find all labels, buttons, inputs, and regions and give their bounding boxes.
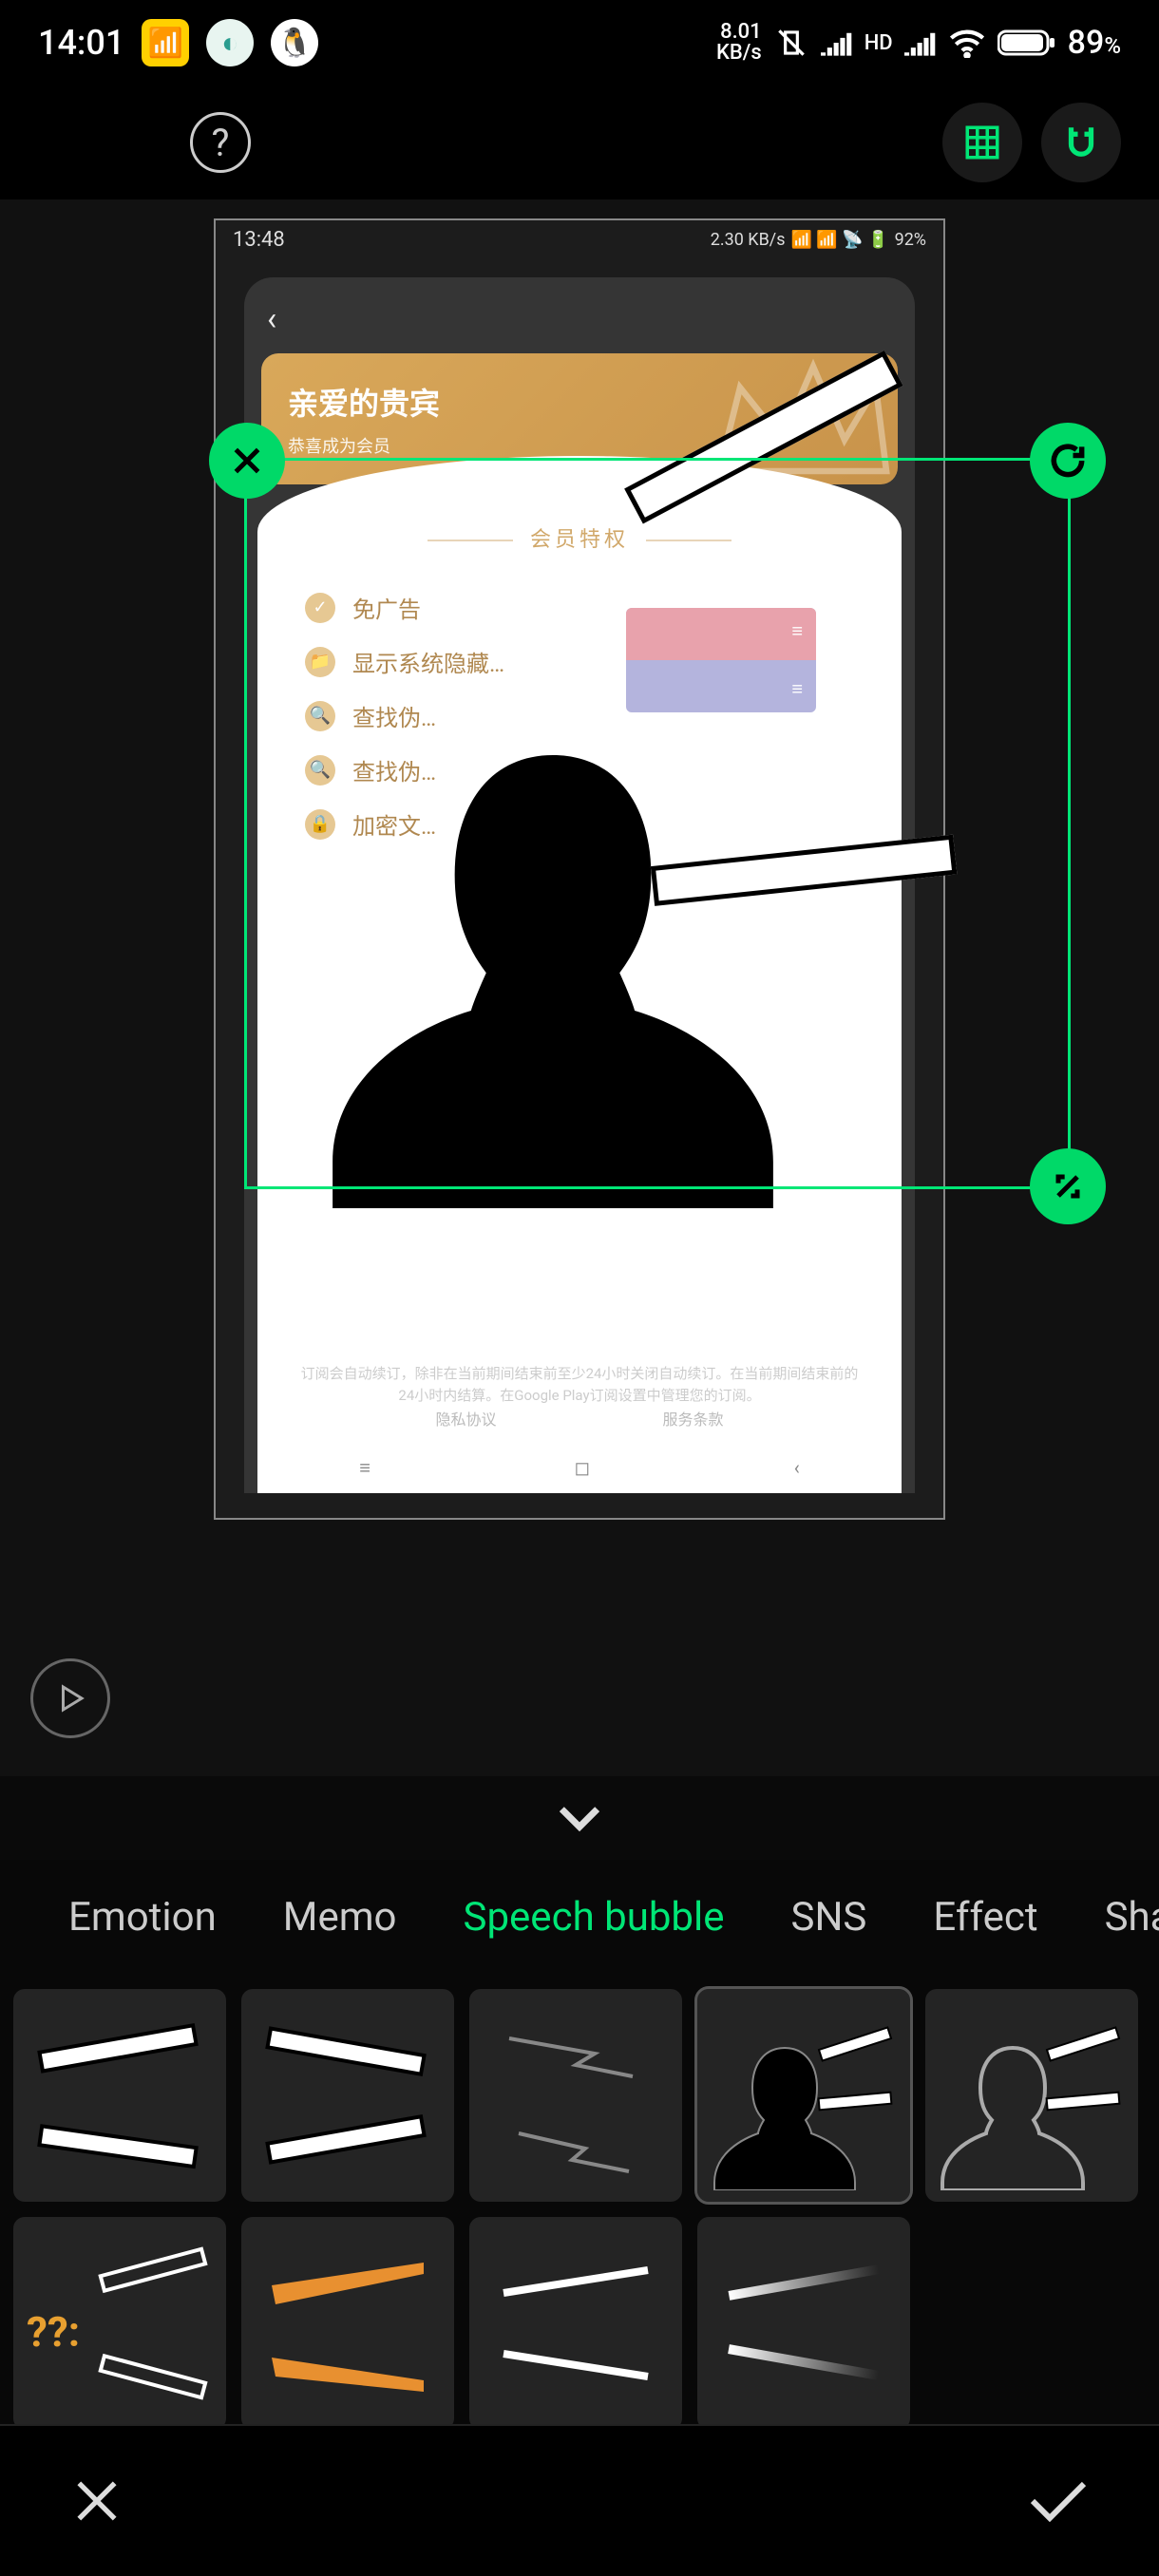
- signal-icon-1: [821, 28, 853, 57]
- sticker-thumb-lines-fade[interactable]: [697, 2217, 910, 2430]
- selection-scale-handle[interactable]: [1030, 1148, 1106, 1224]
- tab-effect[interactable]: Effect: [933, 1894, 1037, 1941]
- sticker-grid: ??:: [0, 1974, 1159, 2445]
- tab-sns[interactable]: SNS: [791, 1894, 867, 1941]
- sticker-thumb-lines-orange[interactable]: [241, 2217, 454, 2430]
- wifi-icon: [948, 28, 986, 58]
- sticker-thumb-silhouette-outline[interactable]: [925, 1989, 1138, 2202]
- tab-memo[interactable]: Memo: [283, 1894, 397, 1941]
- tab-speech-bubble[interactable]: Speech bubble: [464, 1894, 725, 1941]
- sticker-thumb-lines-thin[interactable]: [469, 2217, 682, 2430]
- sticker-thumb-silhouette-filled[interactable]: [697, 1989, 910, 2202]
- sticker-thumb-zigzag[interactable]: [469, 1989, 682, 2202]
- sticker-category-tabs: 有 Emotion Memo Speech bubble SNS Effect …: [0, 1860, 1159, 1974]
- tab-partial-left[interactable]: 有: [0, 1888, 2, 1946]
- vibrate-icon: [773, 25, 809, 61]
- play-preview-button[interactable]: [30, 1658, 110, 1738]
- sticker-thumb-lines-2[interactable]: [241, 1989, 454, 2202]
- tab-emotion[interactable]: Emotion: [68, 1894, 217, 1941]
- grid-toggle-button[interactable]: [942, 103, 1022, 182]
- help-button[interactable]: ?: [190, 112, 251, 173]
- sticker-thumb-lines-1[interactable]: [13, 1989, 226, 2202]
- battery-percent: 89%: [1068, 24, 1121, 62]
- status-bar: 14:01 📶 ◐ 🐧 8.01 KB/s HD: [0, 0, 1159, 85]
- tab-shape[interactable]: Shape: [1105, 1894, 1159, 1941]
- status-time: 14:01: [38, 23, 124, 63]
- notif-app-icon-1: 📶: [142, 19, 189, 66]
- battery-icon: [998, 28, 1056, 58]
- cancel-button[interactable]: [66, 2471, 127, 2531]
- confirm-button[interactable]: [1024, 2474, 1092, 2528]
- snap-magnet-button[interactable]: [1041, 103, 1121, 182]
- bottom-action-bar: [0, 2424, 1159, 2576]
- signal-icon-2: [904, 28, 937, 57]
- sticker-thumb-question-lines[interactable]: ??:: [13, 2217, 226, 2430]
- canvas-frame: 13:48 2.30 KB/s 📶 📶 📡 🔋 92% ‹ 亲爱的贵宾 恭喜成为…: [214, 218, 945, 1520]
- notif-app-icon-3: 🐧: [271, 19, 318, 66]
- sticker-badge-text: ??:: [27, 2307, 80, 2357]
- inner-back-icon: ‹: [257, 300, 902, 338]
- sticker-selection-box[interactable]: [244, 458, 1071, 1189]
- editor-canvas[interactable]: 13:48 2.30 KB/s 📶 📶 📡 🔋 92% ‹ 亲爱的贵宾 恭喜成为…: [0, 199, 1159, 1776]
- editor-top-toolbar: ?: [0, 85, 1159, 199]
- network-hd: HD: [864, 31, 893, 55]
- panel-collapse-button[interactable]: [0, 1776, 1159, 1860]
- notif-app-icon-2: ◐: [206, 19, 254, 66]
- selection-delete-handle[interactable]: [209, 423, 285, 499]
- net-speed: 8.01 KB/s: [716, 22, 762, 64]
- selection-rotate-handle[interactable]: [1030, 423, 1106, 499]
